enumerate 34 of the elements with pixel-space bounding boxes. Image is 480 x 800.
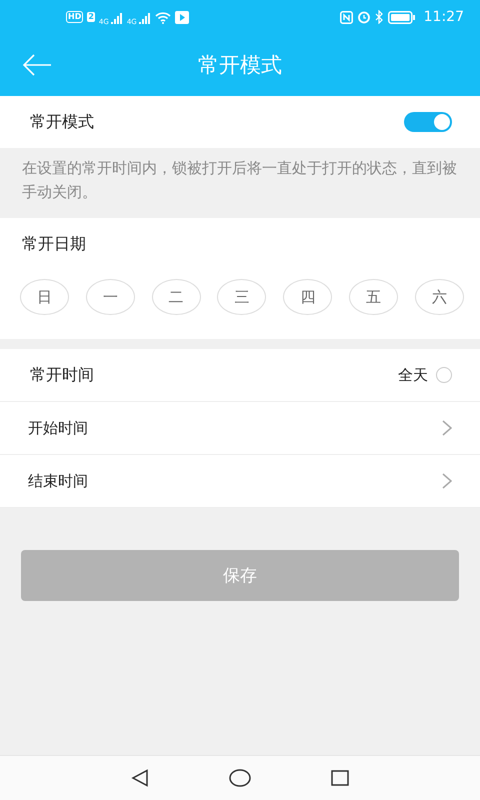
day-button[interactable]: 三 — [217, 279, 266, 315]
day-button[interactable]: 日 — [20, 279, 69, 315]
wifi-icon — [154, 10, 171, 24]
nfc-icon — [340, 10, 353, 24]
time-row-label[interactable]: 结束时间 — [28, 472, 88, 490]
page-title: 常开模式 — [198, 53, 282, 77]
toggle-label: 常开模式 — [30, 112, 94, 132]
day-button[interactable]: 二 — [152, 279, 201, 315]
alarm-icon — [356, 10, 371, 24]
day-button[interactable]: 一 — [86, 279, 135, 315]
cast-icon — [174, 10, 189, 24]
section-title: 常开日期 — [22, 234, 86, 253]
day-button[interactable]: 五 — [349, 279, 398, 315]
battery-icon — [388, 10, 416, 24]
time-row-label[interactable]: 开始时间 — [28, 418, 88, 438]
signal-icon — [138, 10, 151, 24]
section-title: 常开时间 — [30, 364, 94, 386]
hd-badge: HD — [66, 11, 84, 23]
signal-icon — [110, 10, 123, 24]
mode-switch[interactable] — [404, 112, 452, 132]
back-nav-icon[interactable] — [131, 769, 149, 787]
home-nav-icon[interactable] — [229, 769, 251, 787]
chevron-right-icon[interactable] — [442, 473, 452, 489]
day-button[interactable]: 四 — [283, 279, 332, 315]
sim-badge: 2 — [87, 12, 95, 22]
clock-time: 11:27 — [424, 9, 464, 25]
chevron-right-icon[interactable] — [442, 420, 452, 436]
all-day-label: 全天 — [398, 366, 428, 384]
description-text: 在设置的常开时间内，锁被打开后将一直处于打开的状态，直到被手动关闭。 — [21, 158, 458, 203]
back-arrow-icon[interactable] — [22, 53, 52, 77]
day-button[interactable]: 六 — [414, 279, 464, 315]
bluetooth-icon — [374, 10, 384, 24]
all-day-radio[interactable] — [436, 367, 452, 383]
recents-nav-icon[interactable] — [331, 769, 349, 787]
